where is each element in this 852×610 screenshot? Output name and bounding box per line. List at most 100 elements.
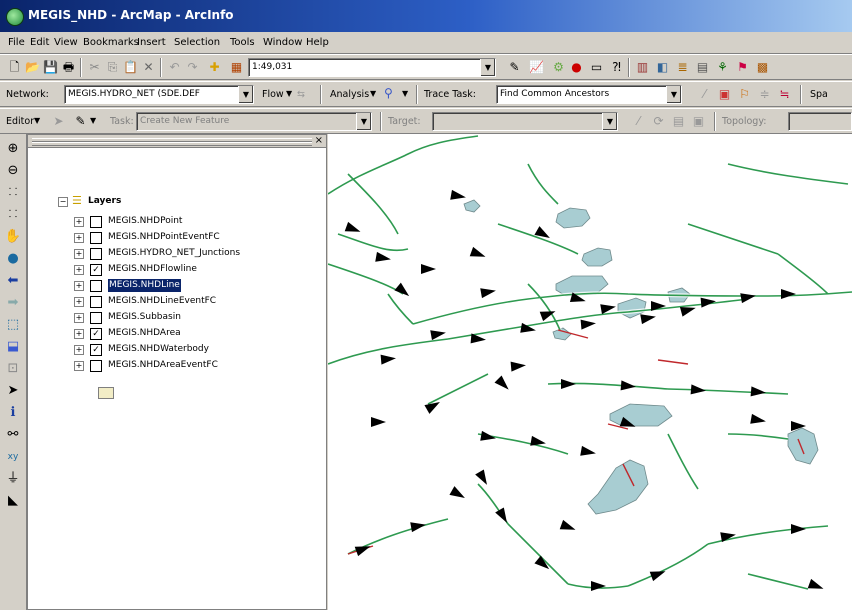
extra-tool-icon[interactable]: ▩ [754, 59, 771, 76]
expand-icon[interactable]: + [74, 249, 84, 259]
model-tool-icon[interactable]: ⚘ [714, 59, 731, 76]
pan-hand-icon[interactable]: ✋ [4, 228, 22, 246]
menu-bookmarks[interactable]: Bookmarks [83, 37, 139, 48]
add-flag-icon[interactable]: ⚲ [384, 86, 393, 100]
layer-visibility-checkbox[interactable] [90, 216, 102, 228]
title-bar[interactable]: MEGIS_NHD - ArcMap - ArcInfo [0, 0, 852, 32]
layer-name[interactable]: MEGIS.NHDLine [108, 279, 181, 292]
table-tool-icon[interactable]: ≣ [674, 59, 691, 76]
chevron-down-icon[interactable]: ▼ [666, 86, 681, 103]
editor-dropdown-arrow-icon[interactable]: ▼ [34, 116, 40, 125]
sketch-properties-icon[interactable]: ▣ [690, 113, 707, 130]
attributes-icon[interactable]: ▤ [670, 113, 687, 130]
expand-icon[interactable]: + [74, 281, 84, 291]
flow-direction-icon[interactable]: ⇆ [297, 89, 305, 100]
open-folder-icon[interactable]: 📂 [24, 59, 41, 76]
expand-icon[interactable]: + [74, 329, 84, 339]
whats-this-help-icon[interactable]: ⁈ [608, 59, 625, 76]
menu-window[interactable]: Window [263, 37, 302, 48]
arctoolbox-icon[interactable]: ⚙ [550, 59, 567, 76]
layer-visibility-checkbox[interactable]: ✓ [90, 344, 102, 356]
menu-insert[interactable]: Insert [137, 37, 166, 48]
measure-icon[interactable]: ⏚ [4, 470, 22, 488]
menu-view[interactable]: View [54, 37, 78, 48]
expand-icon[interactable]: + [74, 313, 84, 323]
toc-titlebar[interactable]: × [28, 135, 326, 148]
collapse-icon[interactable]: − [58, 197, 68, 207]
chevron-down-icon[interactable]: ▼ [356, 113, 371, 130]
flag-options-icon[interactable]: ⚐ [736, 86, 753, 103]
sketch-dropdown-arrow-icon[interactable]: ▼ [90, 116, 96, 125]
identify-icon[interactable]: ℹ [4, 404, 22, 422]
rotate-tool-icon[interactable]: ⟳ [650, 113, 667, 130]
chevron-down-icon[interactable]: ▼ [238, 86, 253, 103]
fixed-zoom-in-icon[interactable]: ⸬ [4, 184, 22, 202]
layer-visibility-checkbox[interactable] [90, 232, 102, 244]
layer-name[interactable]: MEGIS.NHDAreaEventFC [108, 359, 218, 372]
menu-edit[interactable]: Edit [30, 37, 49, 48]
chart-icon[interactable]: 📈 [528, 59, 545, 76]
layer-visibility-checkbox[interactable] [90, 312, 102, 324]
spa-menu[interactable]: Spa [810, 89, 828, 100]
layer-visibility-checkbox[interactable]: ✓ [90, 328, 102, 340]
undo-icon[interactable]: ↶ [166, 59, 183, 76]
back-arrow-icon[interactable]: ⬅ [4, 272, 22, 290]
save-icon[interactable]: 💾 [42, 59, 59, 76]
map-canvas[interactable] [328, 134, 852, 610]
edit-pointer-icon[interactable]: ➤ [50, 113, 67, 130]
clear-results-icon[interactable]: ▣ [716, 86, 733, 103]
expand-icon[interactable]: + [74, 217, 84, 227]
layer-name[interactable]: MEGIS.NHDWaterbody [108, 343, 209, 356]
network-combo[interactable]: MEGIS.HYDRO_NET (SDE.DEF ▼ [64, 85, 254, 104]
network-tool-icon[interactable]: ▥ [634, 59, 651, 76]
zoom-out-icon[interactable]: ⊖ [4, 162, 22, 180]
expand-icon[interactable]: + [74, 265, 84, 275]
flag-dropdown-arrow-icon[interactable]: ▼ [402, 89, 408, 98]
layer-visibility-checkbox[interactable] [90, 360, 102, 372]
menu-help[interactable]: Help [306, 37, 329, 48]
layer-tool-icon[interactable]: ◧ [654, 59, 671, 76]
pointer-icon[interactable]: ➤ [4, 382, 22, 400]
add-data-icon[interactable]: ✚ [206, 59, 223, 76]
go-to-xy-icon[interactable]: xy [4, 448, 22, 466]
layer-visibility-checkbox[interactable] [90, 248, 102, 260]
layer-visibility-checkbox[interactable] [90, 296, 102, 308]
expand-icon[interactable]: + [74, 297, 84, 307]
arccatalog-icon[interactable]: ● [568, 59, 585, 76]
layer-name[interactable]: MEGIS.NHDFlowline [108, 263, 197, 276]
hyperlink-icon[interactable]: ◣ [4, 492, 22, 510]
sketch-tool-icon[interactable]: ✎ [72, 113, 89, 130]
flow-dropdown-arrow-icon[interactable]: ▼ [286, 89, 292, 98]
redo-icon[interactable]: ↷ [184, 59, 201, 76]
chevron-down-icon[interactable]: ▼ [602, 113, 617, 130]
layer-name[interactable]: MEGIS.Subbasin [108, 311, 181, 324]
barrier-icon[interactable]: ≑ [756, 86, 773, 103]
zoom-in-icon[interactable]: ⊕ [4, 140, 22, 158]
window-icon[interactable]: ▭ [588, 59, 605, 76]
map-scale-combo[interactable]: 1:49,031 ▼ [248, 58, 496, 77]
find-binoculars-icon[interactable]: ⚯ [4, 426, 22, 444]
paste-icon[interactable]: 📋 [122, 59, 139, 76]
task-combo[interactable]: Create New Feature ▼ [136, 112, 372, 131]
layer-name[interactable]: MEGIS.NHDArea [108, 327, 181, 340]
select-features-icon[interactable]: ⬚ [4, 316, 22, 334]
solve-icon[interactable]: ⁄ [696, 86, 713, 103]
copy-icon[interactable]: ⎘ [104, 59, 121, 76]
forward-arrow-icon[interactable]: ➡ [4, 294, 22, 312]
grid-tool-icon[interactable]: ▤ [694, 59, 711, 76]
expand-icon[interactable]: + [74, 345, 84, 355]
layer-name[interactable]: MEGIS.NHDLineEventFC [108, 295, 216, 308]
split-tool-icon[interactable]: ⁄ [630, 113, 647, 130]
expand-icon[interactable]: + [74, 233, 84, 243]
fixed-zoom-out-icon[interactable]: ⸬ [4, 206, 22, 224]
layer-name[interactable]: MEGIS.NHDPoint [108, 215, 182, 228]
chevron-down-icon[interactable]: ▼ [480, 59, 495, 76]
menu-selection[interactable]: Selection [174, 37, 220, 48]
clear-selection-icon[interactable]: ⊡ [4, 360, 22, 378]
flow-menu[interactable]: Flow [262, 89, 284, 100]
select-elements-icon[interactable]: ⬓ [4, 338, 22, 356]
layer-visibility-checkbox[interactable]: ✓ [90, 264, 102, 276]
map-scale-icon[interactable]: ▦ [228, 59, 245, 76]
delete-icon[interactable]: ✕ [140, 59, 157, 76]
layer-visibility-checkbox[interactable] [90, 280, 102, 292]
